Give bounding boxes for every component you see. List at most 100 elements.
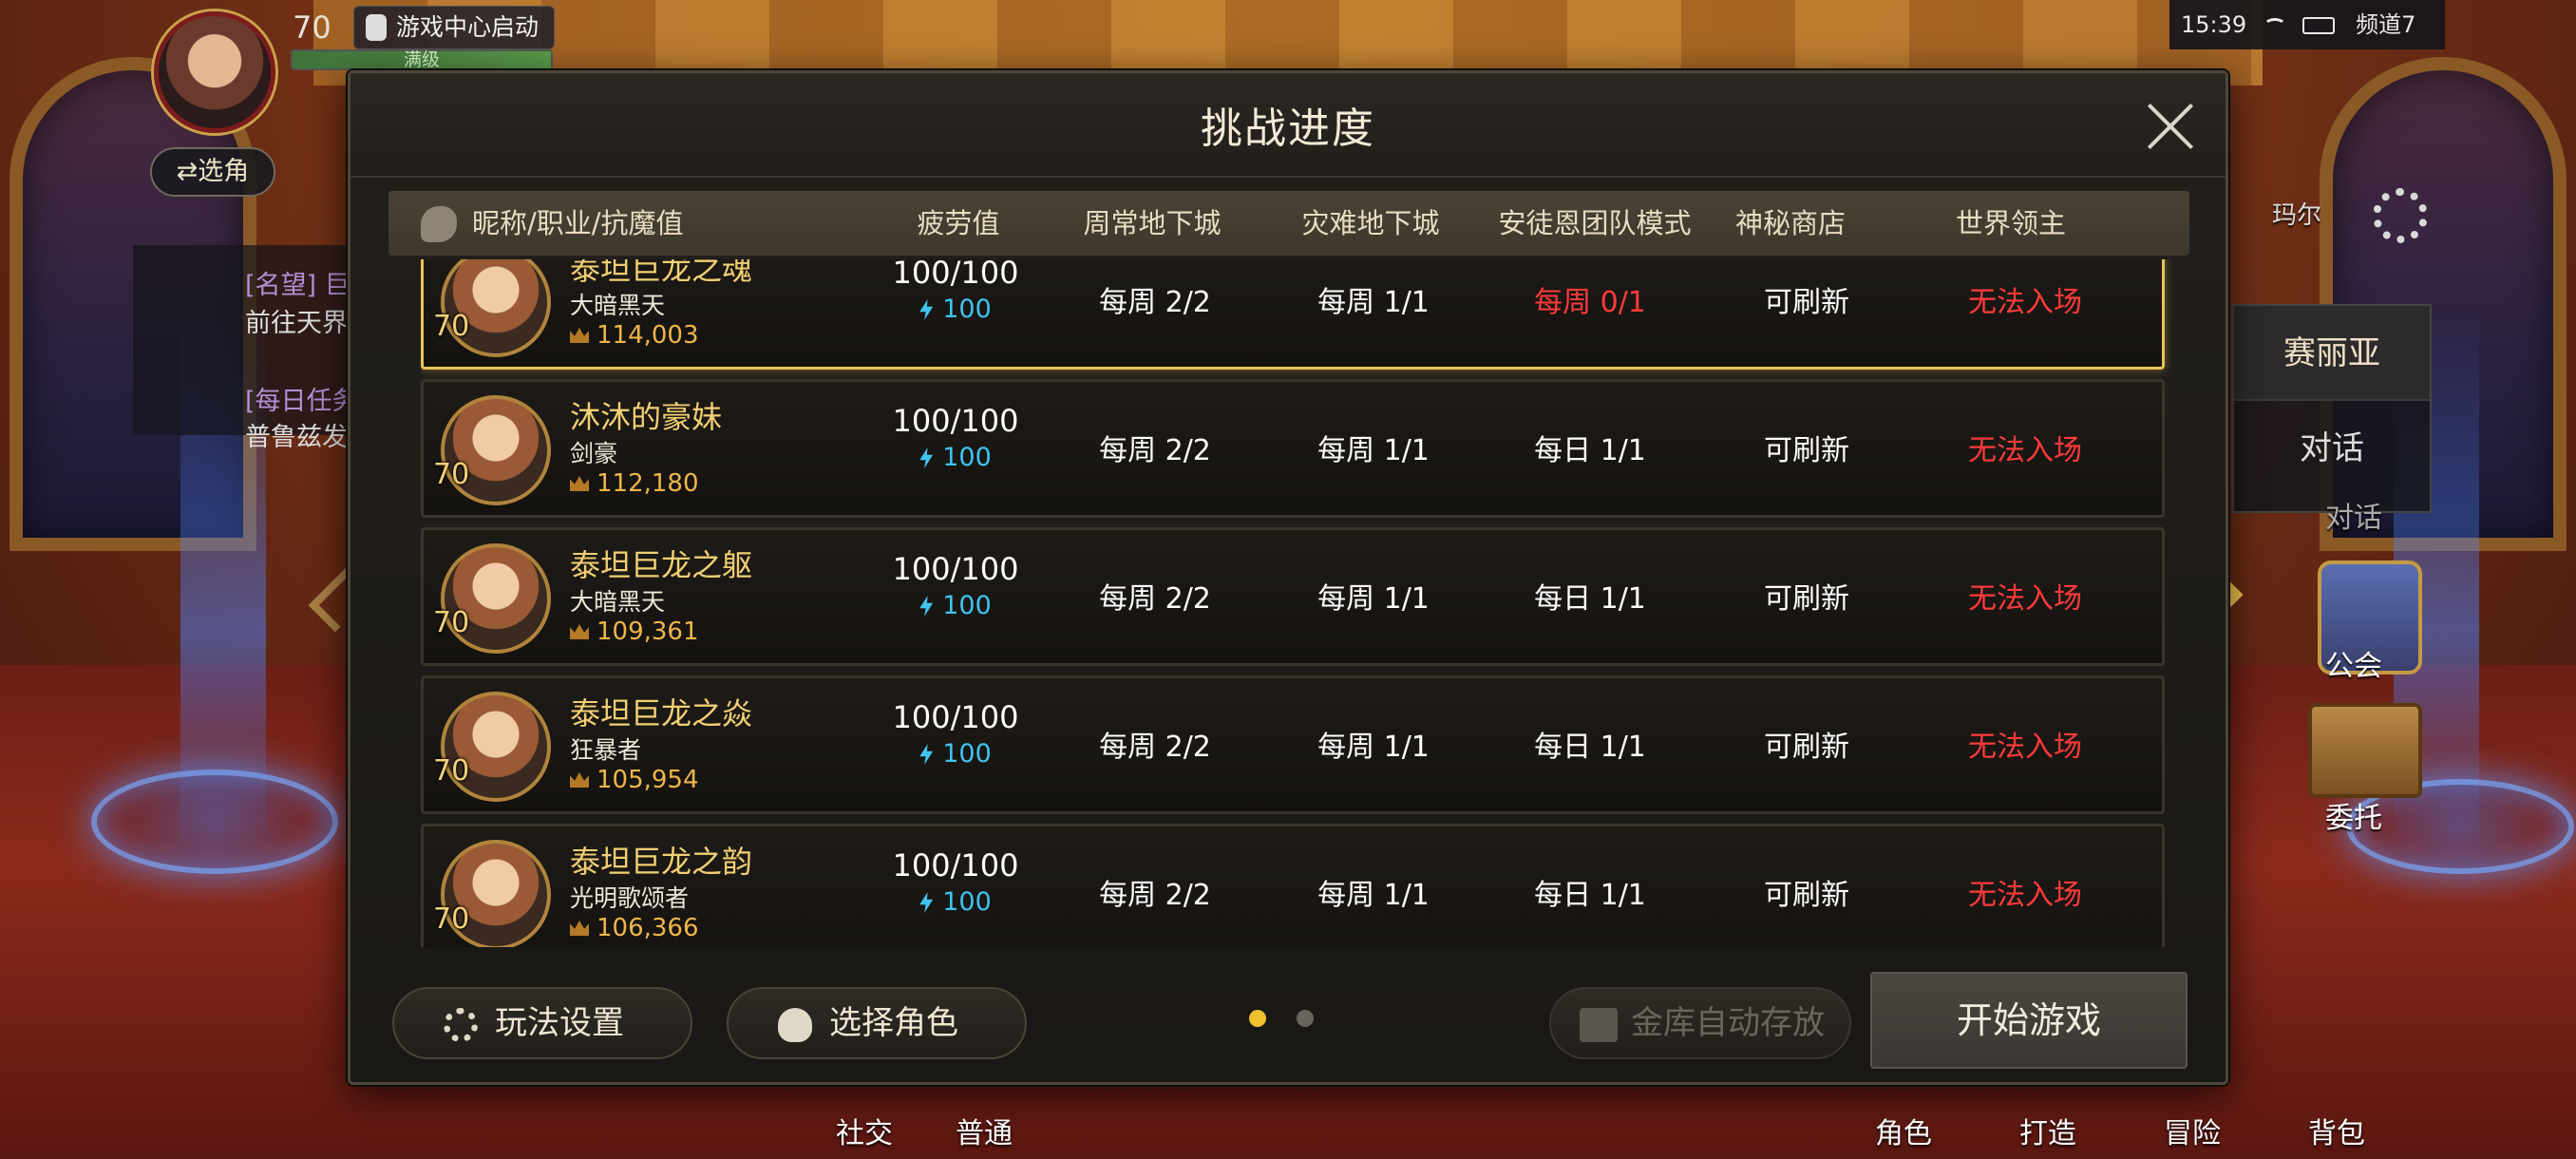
character-power: 105,954 [570,766,699,794]
column-header-anton-raid: 安徒恩团队模式 [1498,207,1692,239]
energy-value: 100 [842,443,1070,472]
fatigue-cell: 100/100 100 [842,403,1070,472]
npc-talk-button[interactable]: 对话 [2234,401,2430,496]
menu-adventure[interactable]: 冒险 [2164,1110,2221,1151]
anton-raid-value: 每日 1/1 [1534,879,1646,912]
character-power: 112,180 [570,469,699,498]
character-job: 剑豪 [570,440,618,467]
fatigue-value: 100/100 [892,847,1019,884]
fatigue-value: 100/100 [892,259,1019,291]
character-name: 沐沐的豪妹 [570,399,723,435]
weekly-dungeon-value: 每周 2/2 [1099,434,1211,467]
fatigue-value: 100/100 [892,699,1019,735]
npc-panel: 赛丽亚 对话 [2232,304,2432,513]
character-level: 70 [433,754,470,788]
column-header-weekly-dungeon: 周常地下城 [1083,207,1222,239]
settings-gear-icon[interactable] [2373,188,2428,243]
page-indicator-1[interactable] [1249,1010,1266,1027]
crown-icon [570,921,589,936]
fatigue-cell: 100/100 100 [842,699,1070,769]
fatigue-value: 100/100 [892,551,1019,587]
quest-1-tag: [名望] 巨 [245,271,350,300]
wifi-icon [2263,18,2286,33]
character-level: 70 [433,458,470,491]
character-power: 106,366 [570,914,699,942]
select-character-button[interactable]: 选择角色 [727,987,1027,1059]
start-game-button[interactable]: 开始游戏 [1870,972,2188,1069]
crown-icon [570,328,589,343]
player-level: 70 [293,10,331,46]
play-settings-button[interactable]: 玩法设置 [392,987,692,1059]
mystery-shop-value: 可刷新 [1764,286,1849,319]
fatigue-cell: 100/100 100 [842,551,1070,620]
game-center-launch-button[interactable]: 游戏中心启动 [353,6,555,49]
menu-social[interactable]: 社交 [836,1110,893,1151]
select-character-hud-button[interactable]: ⇄选角 [150,147,275,197]
character-row[interactable]: 70 泰坦巨龙之焱 狂暴者 105,954 100/100 100 每周 2/2… [421,675,2165,814]
disaster-dungeon-value: 每周 1/1 [1317,731,1430,764]
table-header: 昵称/职业/抗魔值 疲劳值 周常地下城 灾难地下城 安徒恩团队模式 神秘商店 世… [388,191,2189,256]
challenge-progress-dialog: 挑战进度 昵称/职业/抗魔值 疲劳值 周常地下城 灾难地下城 安徒恩团队模式 神… [348,70,2228,1085]
character-row[interactable]: 70 泰坦巨龙之韵 光明歌颂者 106,366 100/100 100 每周 2… [421,824,2165,947]
disaster-dungeon-value: 每周 1/1 [1317,879,1430,912]
magic-circle-left [91,770,338,874]
character-name: 泰坦巨龙之韵 [570,844,753,880]
weekly-dungeon-value: 每周 2/2 [1099,731,1211,764]
guild-label: 公会 [2325,650,2382,683]
npc-location: 玛尔 [2272,201,2322,230]
anton-raid-value: 每周 0/1 [1534,286,1646,319]
crown-icon [570,476,589,491]
world-boss-value: 无法入场 [1968,731,2082,764]
disaster-dungeon-value: 每周 1/1 [1317,434,1430,467]
world-boss-value: 无法入场 [1968,879,2082,912]
clock: 15:39 [2181,11,2247,38]
close-icon[interactable] [2144,100,2197,153]
world-boss-value: 无法入场 [1968,434,2082,467]
vault-auto-store-button[interactable]: 金库自动存放 [1549,987,1851,1059]
character-row[interactable]: 70 沐沐的豪妹 剑豪 112,180 100/100 100 每周 2/2 每… [421,379,2165,518]
lightning-icon [919,299,934,320]
column-header-mystery-shop: 神秘商店 [1734,207,1846,239]
character-name: 泰坦巨龙之焱 [570,695,753,732]
quest-2-desc: 普鲁兹发 [245,423,348,452]
mystery-shop-value: 可刷新 [1764,731,1849,764]
disaster-dungeon-value: 每周 1/1 [1317,286,1430,319]
player-avatar[interactable] [154,11,275,133]
character-list[interactable]: 70 泰坦巨龙之魂 大暗黑天 114,003 100/100 100 每周 2/… [421,259,2172,947]
lightning-icon [919,744,934,765]
phone-icon [366,14,387,41]
disaster-dungeon-value: 每周 1/1 [1317,582,1430,616]
character-level: 70 [433,310,470,343]
level-status: 满级 [403,49,440,70]
mystery-shop-value: 可刷新 [1764,879,1849,912]
energy-value: 100 [842,887,1070,917]
character-power: 109,361 [570,618,699,646]
menu-normal[interactable]: 普通 [956,1110,1013,1151]
character-job: 大暗黑天 [570,588,666,616]
column-header-world-boss: 世界领主 [1955,207,2066,239]
column-header-fatigue: 疲劳值 [917,207,1000,239]
world-boss-value: 无法入场 [1968,582,2082,616]
column-header-disaster-dungeon: 灾难地下城 [1301,207,1440,239]
npc-talk-shadow: 对话 [2325,502,2382,535]
menu-bag[interactable]: 背包 [2308,1110,2365,1151]
channel: 频道7 [2356,11,2416,38]
menu-character[interactable]: 角色 [1875,1110,1932,1151]
world-boss-value: 无法入场 [1968,286,2082,319]
anton-raid-value: 每日 1/1 [1534,582,1646,616]
lightning-icon [919,892,934,913]
npc-name[interactable]: 赛丽亚 [2234,306,2430,401]
column-header-character: 昵称/职业/抗魔值 [472,207,684,239]
gear-icon [444,1008,478,1042]
anton-raid-value: 每日 1/1 [1534,731,1646,764]
crown-icon [570,772,589,788]
character-row[interactable]: 70 泰坦巨龙之躯 大暗黑天 109,361 100/100 100 每周 2/… [421,527,2165,666]
vault-icon [1580,1008,1618,1042]
menu-craft[interactable]: 打造 [2019,1110,2076,1151]
play-settings-label: 玩法设置 [495,1004,624,1042]
character-job: 光明歌颂者 [570,884,690,912]
character-row[interactable]: 70 泰坦巨龙之魂 大暗黑天 114,003 100/100 100 每周 2/… [421,259,2165,370]
page-indicator-2[interactable] [1297,1010,1314,1027]
character-job: 大暗黑天 [570,292,666,319]
entrust-board-icon[interactable] [2308,703,2422,798]
